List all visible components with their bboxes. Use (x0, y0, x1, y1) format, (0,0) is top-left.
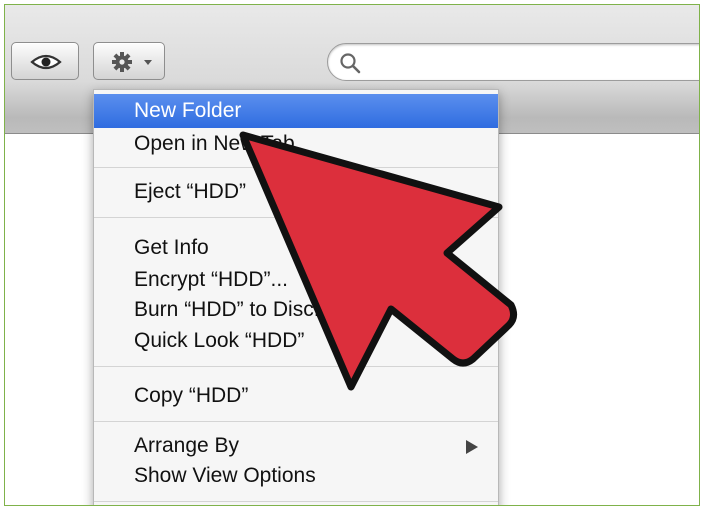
finder-window: New Folder Open in New Tab Eject “HDD” G… (4, 4, 700, 506)
red-arrow-cursor-icon (239, 131, 518, 391)
